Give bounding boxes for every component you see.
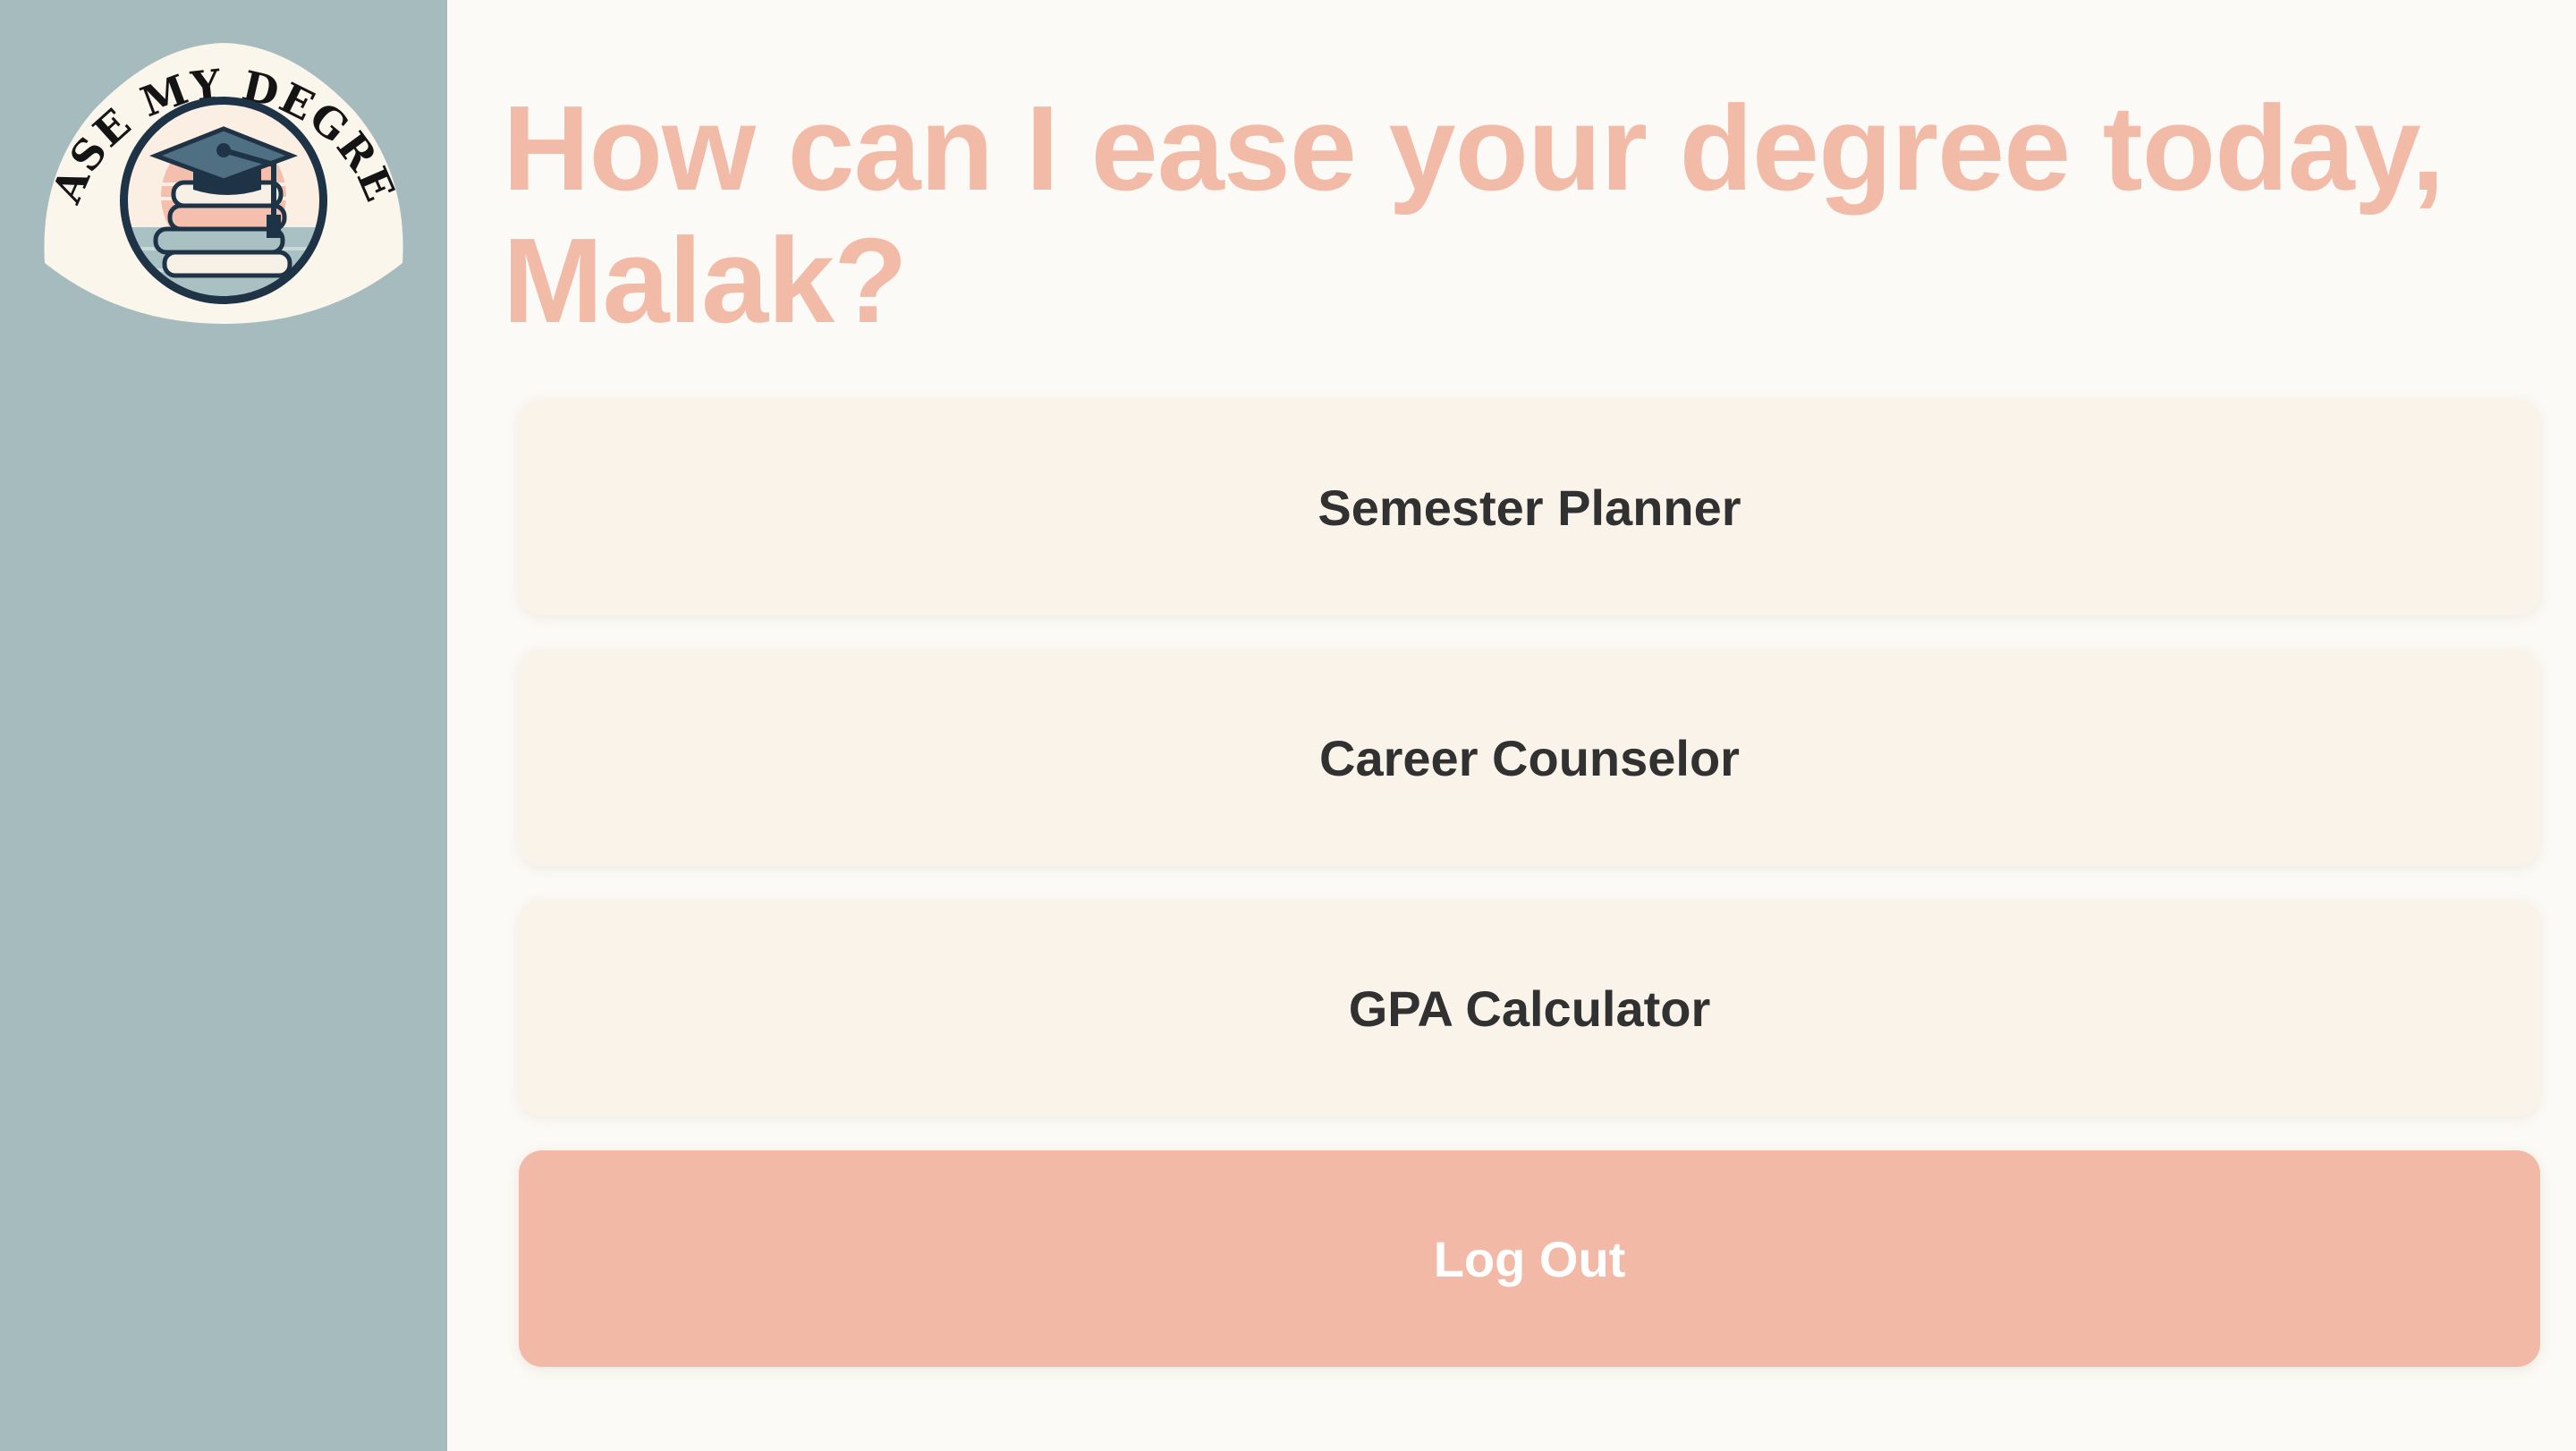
semester-planner-button[interactable]: Semester Planner — [519, 399, 2540, 615]
log-out-button[interactable]: Log Out — [519, 1150, 2540, 1367]
page-title: How can I ease your degree today, Malak? — [503, 81, 2445, 348]
sidebar: EASE MY DEGREE — [0, 0, 447, 1451]
app-root: EASE MY DEGREE — [0, 0, 2576, 1451]
career-counselor-button[interactable]: Career Counselor — [519, 649, 2540, 866]
gpa-calculator-button[interactable]: GPA Calculator — [519, 900, 2540, 1116]
ease-my-degree-logo: EASE MY DEGREE — [22, 1, 408, 326]
main-content: How can I ease your degree today, Malak?… — [447, 0, 2576, 1451]
menu: Semester Planner Career Counselor GPA Ca… — [519, 399, 2540, 1401]
logo-graphic: EASE MY DEGREE — [22, 1, 403, 324]
